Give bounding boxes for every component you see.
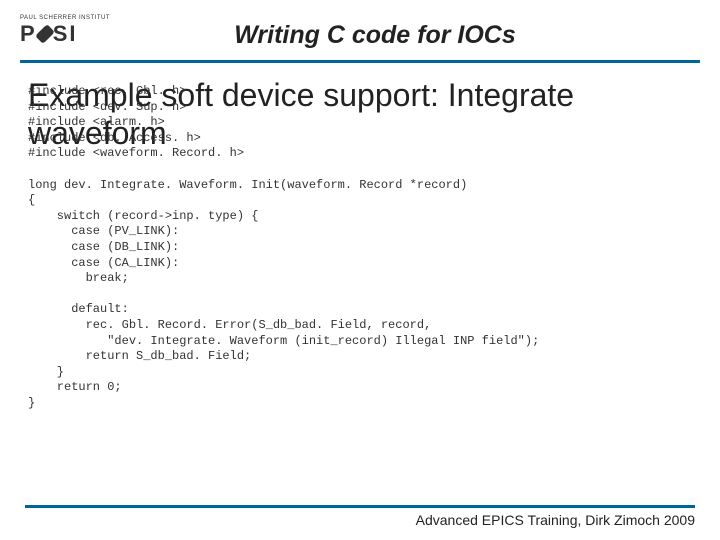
logo-letter-i: I bbox=[69, 21, 77, 47]
slide-footer: Advanced EPICS Training, Dirk Zimoch 200… bbox=[25, 505, 695, 528]
logo-brand: PSI bbox=[20, 21, 110, 47]
slide-content: Example soft device support: Integrate w… bbox=[0, 71, 720, 158]
header-divider bbox=[20, 60, 700, 63]
code-example: #include <rec. Gbl. h> #include <dev. Su… bbox=[28, 84, 539, 411]
footer-text: Advanced EPICS Training, Dirk Zimoch 200… bbox=[25, 512, 695, 528]
psi-logo: PAUL SCHERRER INSTITUT PSI bbox=[20, 15, 110, 55]
slide-header: PAUL SCHERRER INSTITUT PSI Writing C cod… bbox=[0, 0, 720, 60]
footer-divider bbox=[25, 505, 695, 508]
page-title: Writing C code for IOCs bbox=[110, 21, 700, 50]
logo-letter-s: S bbox=[53, 21, 70, 47]
logo-shape-icon bbox=[35, 24, 55, 44]
logo-letter-p: P bbox=[20, 21, 37, 47]
